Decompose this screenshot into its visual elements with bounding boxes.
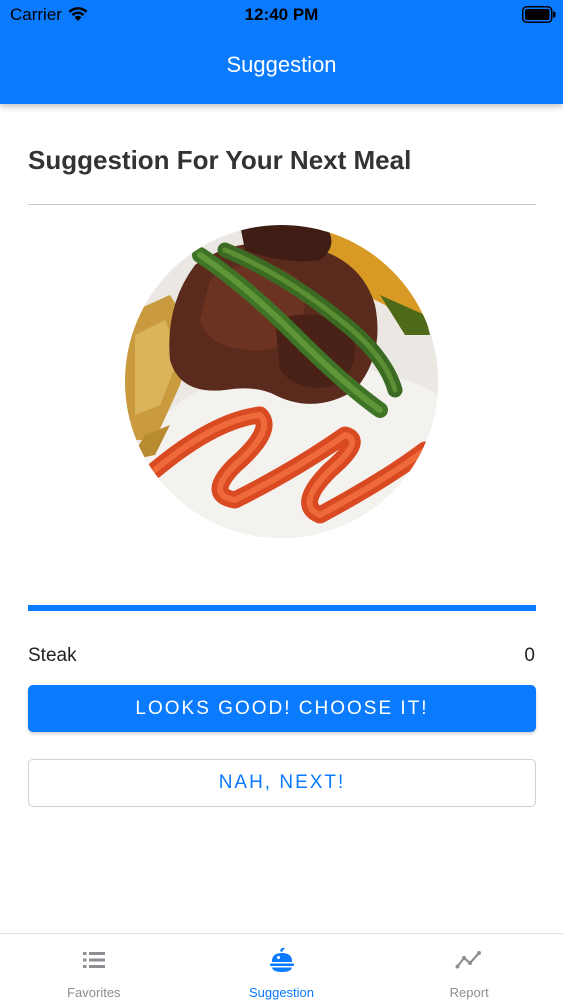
battery-full-icon bbox=[522, 6, 556, 23]
chart-line-icon bbox=[455, 951, 482, 969]
next-button[interactable]: NAH, NEXT! bbox=[28, 759, 536, 807]
progress-fill bbox=[28, 605, 536, 611]
tab-label-report: Report bbox=[449, 985, 489, 1000]
tab-label-suggestion: Suggestion bbox=[248, 985, 315, 1000]
tab-suggestion[interactable]: Suggestion bbox=[188, 934, 376, 1000]
meal-name: Steak bbox=[28, 645, 77, 666]
food-icon bbox=[269, 947, 294, 972]
status-bar: Carrier 12:40 PM bbox=[0, 0, 563, 30]
tab-favorites[interactable]: Favorites bbox=[0, 934, 188, 1000]
meal-photo bbox=[125, 225, 438, 538]
tab-report[interactable]: Report bbox=[375, 934, 563, 1000]
status-time: 12:40 PM bbox=[244, 5, 319, 24]
nav-title: Suggestion bbox=[226, 52, 337, 77]
page-title: Suggestion For Your Next Meal bbox=[28, 145, 412, 175]
progress-bar bbox=[28, 605, 536, 611]
header: Carrier 12:40 PM Suggestion bbox=[0, 0, 563, 104]
tab-label-favorites: Favorites bbox=[67, 985, 121, 1000]
steak-image bbox=[125, 225, 438, 538]
choose-it-button[interactable]: LOOKS GOOD! CHOOSE IT! bbox=[28, 685, 536, 732]
title-divider bbox=[28, 204, 536, 205]
tab-bar: Favorites Suggestion Report bbox=[0, 933, 563, 1000]
meal-count: 0 bbox=[524, 645, 535, 666]
list-icon bbox=[82, 952, 105, 968]
app-screen: Carrier 12:40 PM Suggestion Suggestion F… bbox=[0, 0, 563, 1000]
